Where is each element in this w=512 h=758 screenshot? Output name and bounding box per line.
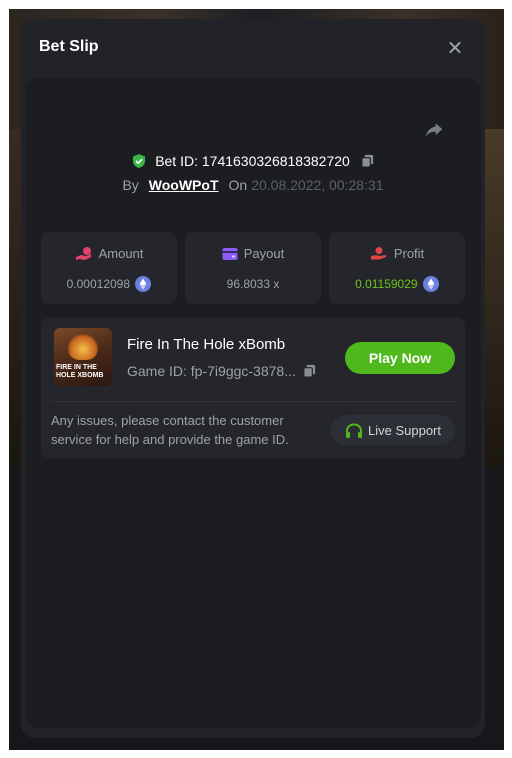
amount-icon bbox=[75, 246, 91, 260]
bet-datetime: 20.08.2022, 00:28:31 bbox=[251, 177, 384, 193]
payout-value-row: 96.8033 x bbox=[185, 276, 321, 291]
profit-value-row: 0.01159029 bbox=[329, 276, 465, 292]
play-now-button[interactable]: Play Now bbox=[345, 342, 455, 374]
payout-value: 96.8033 x bbox=[226, 276, 280, 291]
game-card: FIRE IN THE HOLE XBOMB Fire In The Hole … bbox=[41, 318, 465, 458]
bet-slip-modal: Bet Slip Bet ID: 1741630326818382720 By W… bbox=[21, 19, 485, 738]
game-thumbnail[interactable]: FIRE IN THE HOLE XBOMB bbox=[54, 328, 112, 386]
copy-icon[interactable] bbox=[302, 363, 317, 379]
amount-value: 0.00012098 bbox=[66, 277, 131, 291]
bet-details-panel: Bet ID: 1741630326818382720 By WooWPoT On 2… bbox=[25, 78, 481, 728]
profit-header: Profit bbox=[329, 245, 465, 262]
thumbnail-logo-text: FIRE IN THE HOLE XBOMB bbox=[56, 364, 104, 379]
payout-label: Payout bbox=[243, 246, 285, 262]
amount-header: Amount bbox=[41, 245, 177, 262]
payout-card: Payout 96.8033 x bbox=[185, 232, 321, 304]
payout-header: Payout bbox=[185, 245, 321, 261]
close-icon[interactable] bbox=[446, 39, 464, 57]
by-label: By bbox=[122, 177, 139, 193]
modal-title: Bet Slip bbox=[39, 38, 99, 55]
eth-icon bbox=[422, 276, 439, 292]
shield-check-icon bbox=[133, 154, 146, 169]
thumbnail-flame-art bbox=[68, 334, 98, 360]
game-id-row: Game ID: fp-7i9ggc-3878... bbox=[127, 362, 317, 379]
profit-card: Profit 0.01159029 bbox=[329, 232, 465, 304]
bet-id-row: Bet ID: 1741630326818382720 bbox=[25, 152, 481, 169]
amount-card: Amount 0.00012098 bbox=[41, 232, 177, 304]
username-link[interactable]: WooWPoT bbox=[149, 177, 219, 193]
amount-value-row: 0.00012098 bbox=[41, 276, 177, 292]
live-support-button[interactable]: Live Support bbox=[331, 415, 455, 445]
game-id-label: Game ID: bbox=[127, 363, 187, 380]
game-title: Fire In The Hole xBomb bbox=[127, 336, 286, 353]
profit-value: 0.01159029 bbox=[355, 277, 418, 291]
game-id-value: fp-7i9ggc-3878... bbox=[190, 363, 296, 380]
bet-meta-row: By WooWPoT On 20.08.2022, 00:28:31 bbox=[25, 177, 481, 193]
on-label: On bbox=[228, 177, 248, 193]
live-support-label: Live Support bbox=[368, 422, 441, 438]
bet-id-label: Bet ID: bbox=[155, 153, 198, 170]
card-icon bbox=[222, 247, 238, 260]
headset-icon bbox=[346, 423, 362, 438]
copy-icon[interactable] bbox=[360, 153, 375, 169]
share-icon[interactable] bbox=[423, 120, 445, 140]
hand-coin-icon bbox=[370, 246, 386, 260]
help-text: Any issues, please contact the customer … bbox=[51, 413, 289, 447]
profit-label: Profit bbox=[393, 246, 425, 262]
eth-icon bbox=[135, 276, 152, 292]
amount-label: Amount bbox=[98, 246, 144, 262]
bet-id-value: 1741630326818382720 bbox=[201, 153, 350, 170]
divider bbox=[51, 401, 455, 402]
